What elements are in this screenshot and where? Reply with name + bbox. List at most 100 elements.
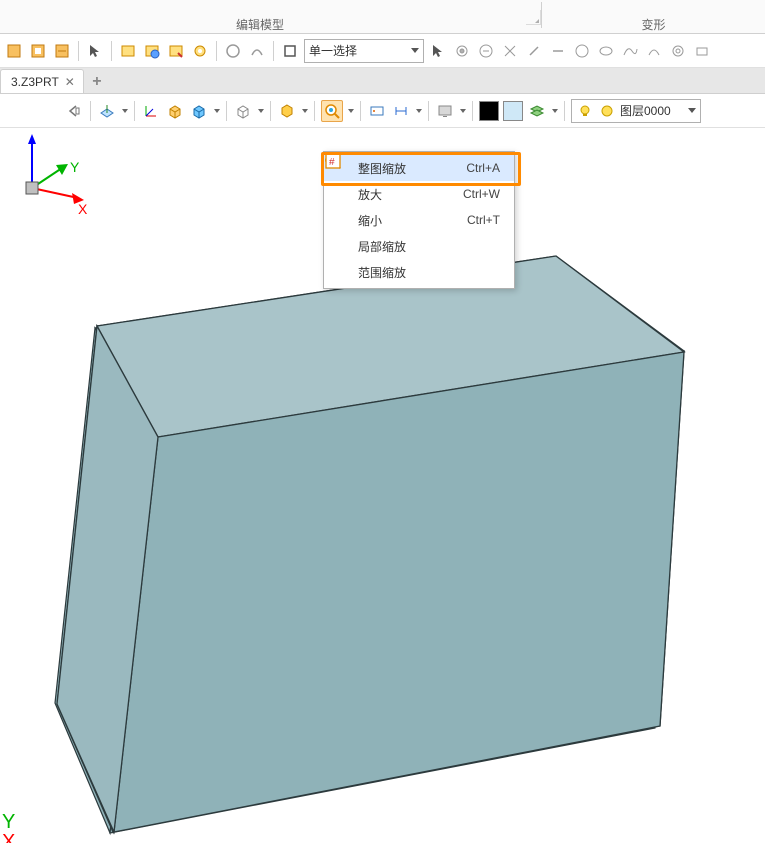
tool-btn-10[interactable]	[280, 41, 300, 61]
chevron-down-icon[interactable]	[302, 109, 308, 113]
box-icon	[166, 102, 184, 120]
ribbon-expand-icon[interactable]	[526, 10, 541, 25]
tool-btn-8[interactable]	[223, 41, 243, 61]
toolbar-separator	[360, 101, 361, 121]
view-toolbar: 图层0000	[0, 94, 765, 128]
zoom-window-icon	[330, 236, 350, 256]
curve-tool-8[interactable]	[620, 41, 640, 61]
menu-item-zoom-fit[interactable]: 整图缩放 Ctrl+A	[324, 155, 514, 181]
triad-x-label: X	[78, 201, 88, 217]
tool-btn-3[interactable]	[52, 41, 72, 61]
toolbar-separator	[78, 41, 79, 61]
curve-tool-1[interactable]	[452, 41, 472, 61]
curve-tool-10[interactable]	[668, 41, 688, 61]
generic-icon	[549, 42, 567, 60]
ribbon-group-edit-model: 编辑模型	[0, 0, 520, 33]
tool-btn-9[interactable]	[247, 41, 267, 61]
generic-icon	[693, 42, 711, 60]
view-btn-hex[interactable]	[277, 101, 297, 121]
chevron-down-icon[interactable]	[416, 109, 422, 113]
curve-tool-6[interactable]	[572, 41, 592, 61]
menu-item-zoom-window[interactable]: 局部缩放	[324, 233, 514, 259]
document-tab[interactable]: 3.Z3PRT ✕	[0, 69, 84, 93]
curve-tool-3[interactable]	[500, 41, 520, 61]
zoom-button[interactable]	[321, 100, 343, 122]
view-btn-wire[interactable]	[233, 101, 253, 121]
chevron-down-icon[interactable]	[460, 109, 466, 113]
add-tab-button[interactable]: +	[86, 71, 108, 93]
zoom-dropdown-menu: 整图缩放 Ctrl+A 放大 Ctrl+W 缩小 Ctrl+T 局部缩放 # 范…	[323, 151, 515, 289]
tool-btn-1[interactable]	[4, 41, 24, 61]
tool-btn-2[interactable]	[28, 41, 48, 61]
back-icon	[65, 102, 83, 120]
menu-item-label: 局部缩放	[358, 238, 406, 255]
chevron-down-icon	[688, 108, 696, 113]
chevron-down-icon[interactable]	[552, 109, 558, 113]
cursor-play-button[interactable]	[428, 41, 448, 61]
view-btn-screen[interactable]	[435, 101, 455, 121]
view-btn-back[interactable]	[64, 101, 84, 121]
tool-btn-7[interactable]	[190, 41, 210, 61]
view-btn-layer[interactable]	[527, 101, 547, 121]
generic-icon	[5, 42, 23, 60]
generic-icon	[143, 42, 161, 60]
box-icon	[190, 102, 208, 120]
toolbar-separator	[226, 101, 227, 121]
selection-mode-combo[interactable]: 单一选择	[304, 39, 424, 63]
tool-btn-5[interactable]	[142, 41, 162, 61]
chevron-down-icon[interactable]	[348, 109, 354, 113]
menu-item-zoom-in[interactable]: 放大 Ctrl+W	[324, 181, 514, 207]
hex-icon	[278, 102, 296, 120]
viewport-3d[interactable]: Y X 整图缩放 Ctrl+A 放大 Ctrl+W 缩小 Ctrl+T 局部缩放…	[0, 128, 765, 843]
document-tab-label: 3.Z3PRT	[11, 75, 59, 89]
toolbar-separator	[134, 101, 135, 121]
curve-tool-11[interactable]	[692, 41, 712, 61]
view-btn-box2[interactable]	[189, 101, 209, 121]
menu-item-zoom-range[interactable]: # 范围缩放	[324, 259, 514, 285]
generic-icon	[621, 42, 639, 60]
view-btn-axes[interactable]	[141, 101, 161, 121]
svg-text:#: #	[329, 157, 335, 168]
layers-icon	[528, 102, 546, 120]
toolbar-separator	[428, 101, 429, 121]
tool-btn-6[interactable]	[166, 41, 186, 61]
curve-tool-2[interactable]	[476, 41, 496, 61]
tool-btn-4[interactable]	[118, 41, 138, 61]
toolbar-separator	[472, 101, 473, 121]
color-swatch-face[interactable]	[503, 101, 523, 121]
view-btn-plane[interactable]	[97, 101, 117, 121]
ribbon-group-deform: 变形	[542, 0, 765, 33]
toolbar-separator	[216, 41, 217, 61]
chevron-down-icon[interactable]	[214, 109, 220, 113]
menu-item-shortcut: Ctrl+A	[466, 161, 500, 175]
curve-tool-9[interactable]	[644, 41, 664, 61]
cursor-icon	[429, 42, 447, 60]
layer-label: 图层0000	[620, 102, 671, 119]
view-btn-dim[interactable]	[391, 101, 411, 121]
menu-item-zoom-out[interactable]: 缩小 Ctrl+T	[324, 207, 514, 233]
color-swatch-black[interactable]	[479, 101, 499, 121]
close-icon[interactable]: ✕	[65, 75, 75, 89]
zoom-range-icon: #	[330, 262, 350, 282]
layer-combo[interactable]: 图层0000	[571, 99, 701, 123]
axes-icon	[142, 102, 160, 120]
curve-tool-4[interactable]	[524, 41, 544, 61]
view-triad: Y X	[0, 128, 90, 218]
menu-item-label: 整图缩放	[358, 160, 406, 177]
curve-tool-5[interactable]	[548, 41, 568, 61]
chevron-down-icon[interactable]	[122, 109, 128, 113]
cursor-button[interactable]	[85, 41, 105, 61]
menu-item-label: 范围缩放	[358, 264, 406, 281]
view-btn-box[interactable]	[165, 101, 185, 121]
dimension-icon	[392, 102, 410, 120]
generic-icon	[167, 42, 185, 60]
menu-item-label: 缩小	[358, 212, 382, 229]
circle-icon	[598, 102, 616, 120]
ribbon-group-label: 变形	[641, 16, 665, 33]
chevron-down-icon[interactable]	[258, 109, 264, 113]
view-btn-rect[interactable]	[367, 101, 387, 121]
wireframe-icon	[234, 102, 252, 120]
zoom-in-icon	[330, 184, 350, 204]
curve-tool-7[interactable]	[596, 41, 616, 61]
toolbar-separator	[564, 101, 565, 121]
